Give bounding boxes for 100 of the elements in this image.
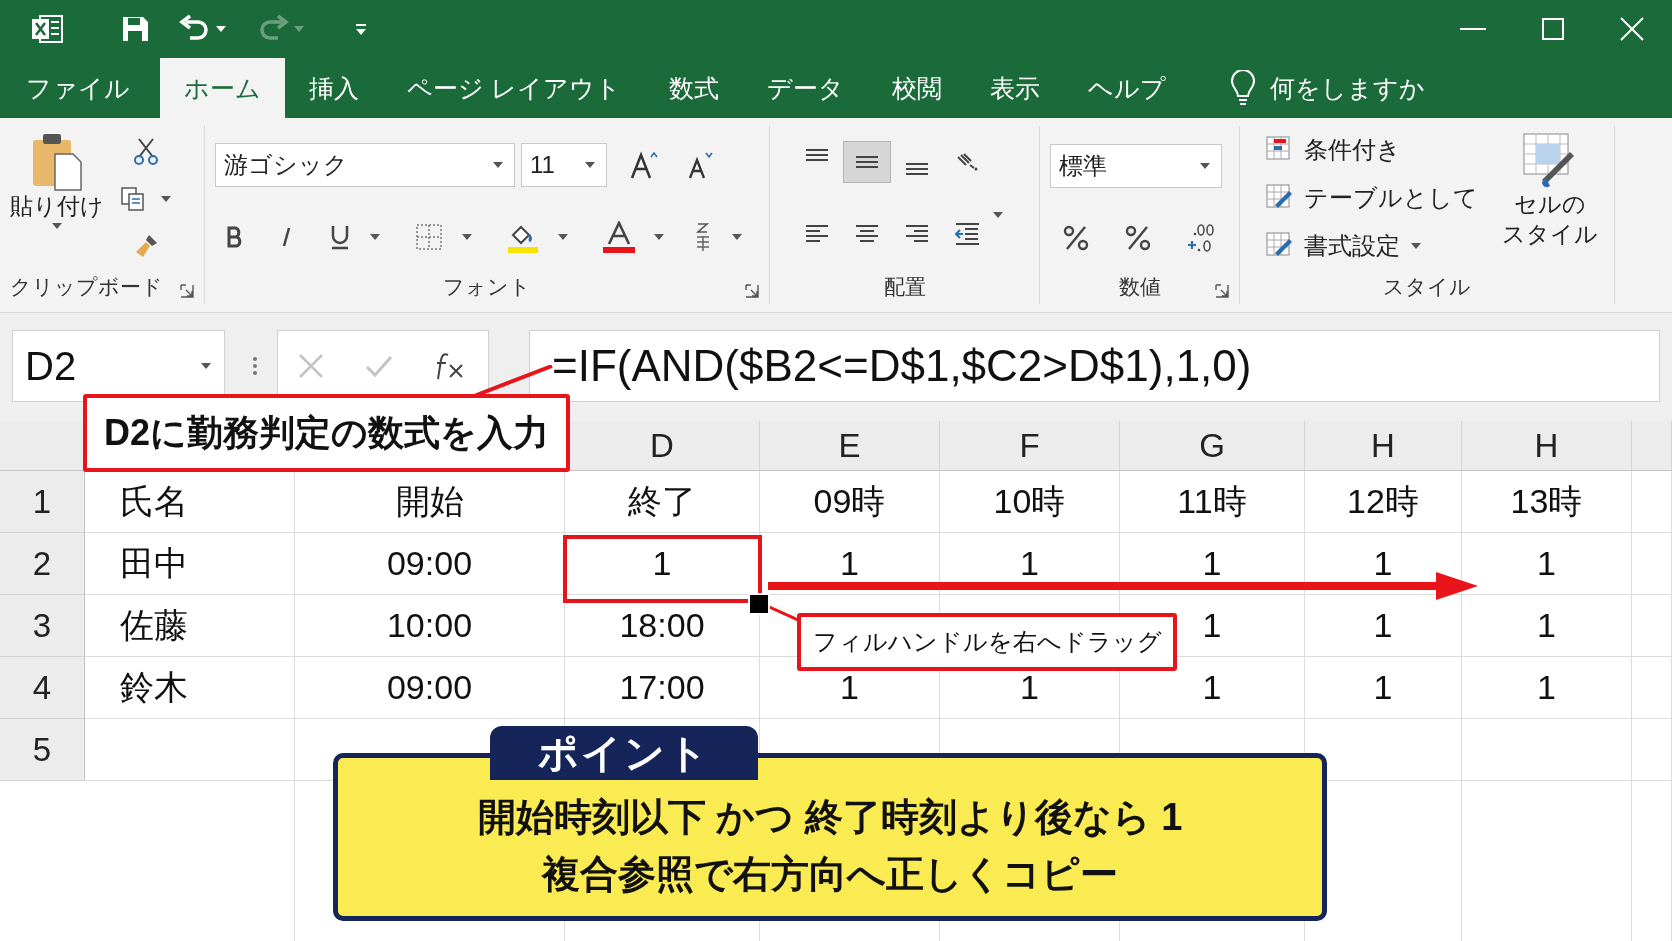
percent-icon[interactable] [1062, 223, 1090, 252]
point-badge: ポイント [490, 726, 758, 780]
align-top-icon[interactable] [805, 149, 829, 161]
font-color-icon[interactable] [603, 221, 635, 253]
ribbon-tab[interactable]: ホーム [160, 58, 285, 118]
caret-icon [369, 233, 381, 241]
dialog-launcher-icon[interactable] [745, 284, 759, 298]
caret-icon [584, 161, 596, 169]
caret-icon [492, 161, 504, 169]
column-header[interactable]: G [1199, 426, 1225, 465]
spreadsheet-app-icon[interactable] [30, 14, 64, 44]
ribbon-tab[interactable]: 挿入 [285, 58, 383, 118]
ribbon-tab[interactable]: ページ レイアウト [383, 58, 645, 118]
fill-handle[interactable] [748, 593, 770, 615]
more-options-icon[interactable] [253, 356, 257, 375]
point-text: 開始時刻以下 かつ 終了時刻より後なら 1 [477, 795, 1183, 840]
table-cell: 09時 [760, 471, 940, 533]
ribbon-tab[interactable]: 表示 [965, 58, 1064, 118]
group-label: 配置 [883, 274, 926, 300]
close-icon[interactable] [1620, 17, 1644, 41]
dialog-launcher-icon[interactable] [180, 284, 194, 298]
tell-me-field[interactable]: 何をしますか [1269, 71, 1425, 105]
table-cell: 09:00 [295, 533, 565, 595]
paste-button[interactable]: 貼り付け [10, 130, 104, 270]
group-label: フォント [443, 274, 531, 300]
caret-icon [992, 211, 1004, 219]
ribbon-tab[interactable]: ファイル [2, 58, 154, 118]
underline-icon[interactable] [329, 224, 351, 250]
select-all-corner[interactable] [0, 421, 85, 471]
table-cell [1632, 719, 1672, 781]
table-cell [1632, 657, 1672, 719]
align-middle-icon[interactable] [844, 142, 890, 182]
align-indent-icon[interactable] [955, 222, 979, 246]
ribbon-tab[interactable]: 校閲 [867, 58, 966, 118]
align-center-icon[interactable] [855, 225, 879, 243]
minimize-icon[interactable] [1460, 27, 1486, 31]
align-right-icon[interactable] [905, 225, 929, 243]
style-command[interactable]: 条件付き [1264, 132, 1403, 168]
table-cell: 終了 [565, 471, 760, 533]
scissors-icon[interactable] [133, 136, 159, 165]
style-command[interactable]: 書式設定 [1264, 228, 1424, 264]
table-cell: 17:00 [565, 657, 760, 719]
customize-toolbar-icon[interactable] [354, 22, 368, 36]
table-cell: 1 [1120, 533, 1305, 595]
align-bottom-icon[interactable] [905, 163, 929, 175]
copy-icon[interactable] [120, 186, 146, 212]
caret-icon [1199, 161, 1211, 170]
dialog-launcher-icon[interactable] [1215, 284, 1229, 298]
table-cell: 09:00 [295, 657, 565, 719]
borders-icon[interactable] [415, 223, 443, 251]
table-cell: 11時 [1120, 471, 1305, 533]
maximize-icon[interactable] [1542, 18, 1564, 40]
save-icon[interactable] [120, 14, 150, 44]
style-command[interactable]: テーブルとして [1264, 180, 1480, 216]
table-cell: 10:00 [295, 595, 565, 657]
name-box[interactable]: D2 [12, 330, 225, 402]
row-header[interactable]: 3 [32, 606, 52, 645]
drag-callout: フィルハンドルを右へドラッグ [797, 613, 1177, 671]
row-header[interactable]: 5 [32, 730, 52, 769]
lightbulb-icon[interactable] [1229, 70, 1256, 106]
caret-icon [1410, 242, 1422, 250]
table-cell [1632, 533, 1672, 595]
row-header[interactable]: 2 [32, 544, 52, 583]
caret-icon [557, 233, 569, 241]
formula-callout: D2に勤務判定の数式を入力 [83, 394, 570, 472]
number-format-dropdown[interactable]: 標準 [1050, 143, 1222, 188]
column-header[interactable]: H [1371, 426, 1395, 465]
formula-field[interactable]: =IF(AND($B2<=D$1,$C2>D$1),1,0) [529, 330, 1660, 402]
column-header[interactable]: D [650, 426, 674, 465]
row-header[interactable]: 1 [32, 482, 52, 521]
caret-icon [653, 233, 665, 241]
ribbon-tab[interactable]: 数式 [644, 58, 743, 118]
table-cell [1632, 471, 1672, 533]
table-cell: 田中 [85, 533, 295, 595]
ribbon-tab[interactable]: データ [742, 58, 868, 118]
font-size-dropdown[interactable]: 11 [521, 143, 607, 187]
caret-icon [51, 221, 63, 230]
cell-styles-button[interactable]: セルの スタイル [1502, 132, 1598, 270]
percent-icon[interactable] [1124, 223, 1152, 252]
decimal-icon[interactable] [1186, 222, 1216, 253]
orientation-icon[interactable] [956, 152, 978, 172]
table-cell: 1 [940, 533, 1120, 595]
table-cell: 12時 [1305, 471, 1462, 533]
table-cell: 1 [1462, 595, 1632, 657]
group-label: スタイル [1383, 274, 1471, 300]
column-header[interactable]: F [1019, 426, 1040, 465]
column-header[interactable]: H [1534, 426, 1559, 465]
group-label: 数値 [1118, 274, 1161, 300]
row-header[interactable]: 4 [32, 668, 52, 707]
caret-icon [160, 195, 172, 203]
align-left-icon[interactable] [805, 225, 829, 243]
grow-font-icon[interactable] [629, 150, 659, 180]
caret-icon [731, 233, 743, 241]
ribbon-tab[interactable]: ヘルプ [1063, 58, 1190, 118]
table-cell: 1 [1305, 657, 1462, 719]
font-name-dropdown[interactable]: 游ゴシック [215, 143, 515, 187]
group-label: クリップボード [10, 274, 163, 300]
checkmark-icon[interactable] [365, 354, 393, 378]
table-cell: 10時 [940, 471, 1120, 533]
column-header[interactable]: E [838, 426, 861, 465]
